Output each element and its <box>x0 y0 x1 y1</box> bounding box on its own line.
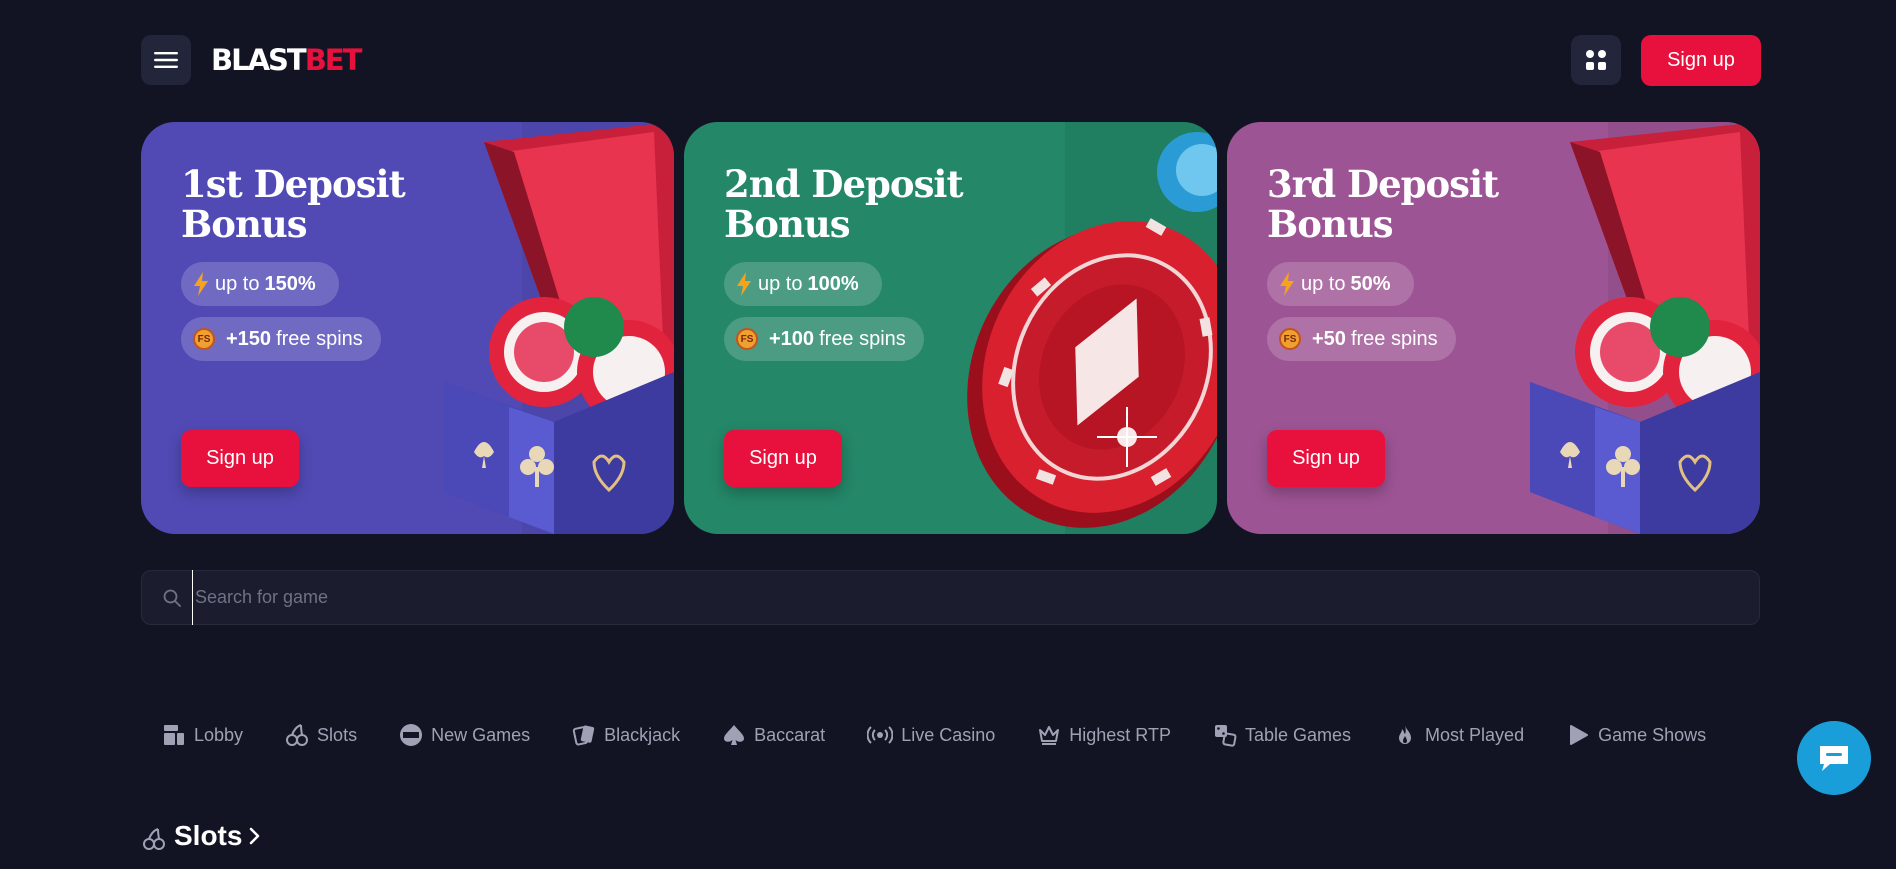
lobby-icon <box>164 725 184 745</box>
free-spins-icon: FS <box>1279 328 1301 350</box>
signup-button[interactable]: Sign up <box>1641 35 1761 86</box>
menu-button[interactable] <box>141 35 191 85</box>
broadcast-icon <box>867 726 894 744</box>
promo-title: 2nd Deposit Bonus <box>724 162 964 246</box>
bonus-percentage-pill: up to 100% <box>724 262 882 306</box>
grid-icon <box>1586 50 1606 70</box>
promo-signup-button[interactable]: Sign up <box>1267 430 1385 487</box>
category-most-played[interactable]: Most Played <box>1393 723 1524 747</box>
search-bar <box>141 570 1760 625</box>
crown-icon <box>1039 726 1060 745</box>
promo-title: 1st Deposit Bonus <box>181 162 406 246</box>
promo-card-3[interactable]: 3rd Deposit Bonus up to 50% FS +50 free sp… <box>1227 122 1760 534</box>
promo-title: 3rd Deposit Bonus <box>1267 162 1499 246</box>
new-badge-icon <box>400 724 423 746</box>
category-lobby[interactable]: Lobby <box>162 723 243 747</box>
lightning-icon <box>1280 272 1294 296</box>
bonus-percentage-pill: up to 150% <box>181 262 339 306</box>
search-input[interactable] <box>192 570 1759 625</box>
promo-carousel: 1st Deposit Bonus up to 150% FS +150 free … <box>141 122 1761 534</box>
promo-card-1[interactable]: 1st Deposit Bonus up to 150% FS +150 free … <box>141 122 674 534</box>
slots-section-header[interactable]: Slots <box>142 820 262 852</box>
lightning-icon <box>194 272 208 296</box>
chat-button[interactable] <box>1797 721 1871 795</box>
logo[interactable]: BLASTBET <box>211 43 362 77</box>
chevron-right-icon <box>250 827 260 845</box>
category-game-shows[interactable]: Game Shows <box>1566 723 1706 747</box>
bonus-percentage-pill: up to 50% <box>1267 262 1414 306</box>
free-spins-pill: FS +150 free spins <box>181 317 381 361</box>
category-table-games[interactable]: Table Games <box>1213 723 1351 747</box>
promo-signup-button[interactable]: Sign up <box>724 430 842 487</box>
dice-icon <box>1214 725 1237 747</box>
search-icon <box>163 589 181 607</box>
free-spins-pill: FS +50 free spins <box>1267 317 1456 361</box>
chat-bubble-icon <box>1820 746 1848 771</box>
promo-signup-button[interactable]: Sign up <box>181 430 299 487</box>
free-spins-pill: FS +100 free spins <box>724 317 924 361</box>
play-icon <box>1570 725 1589 745</box>
hamburger-icon <box>154 52 178 68</box>
fire-icon <box>1399 725 1412 744</box>
section-title: Slots <box>174 820 243 851</box>
cherries-icon <box>143 828 165 850</box>
category-nav: Lobby Slots New Games Blackjack Baccarat… <box>162 720 1748 750</box>
cherries-icon <box>286 724 309 746</box>
free-spins-icon: FS <box>193 328 215 350</box>
cards-icon <box>572 725 595 746</box>
apps-button[interactable] <box>1571 35 1621 85</box>
category-baccarat[interactable]: Baccarat <box>722 723 825 747</box>
category-live-casino[interactable]: Live Casino <box>867 723 995 747</box>
promo-card-2[interactable]: 2nd Deposit Bonus up to 100% FS +100 free … <box>684 122 1217 534</box>
category-blackjack[interactable]: Blackjack <box>572 723 680 747</box>
category-highest-rtp[interactable]: Highest RTP <box>1037 723 1171 747</box>
category-new-games[interactable]: New Games <box>399 723 530 747</box>
spade-icon <box>724 725 745 745</box>
free-spins-icon: FS <box>736 328 758 350</box>
lightning-icon <box>737 272 751 296</box>
category-slots[interactable]: Slots <box>285 723 357 747</box>
header: BLASTBET Sign up <box>141 35 1761 87</box>
